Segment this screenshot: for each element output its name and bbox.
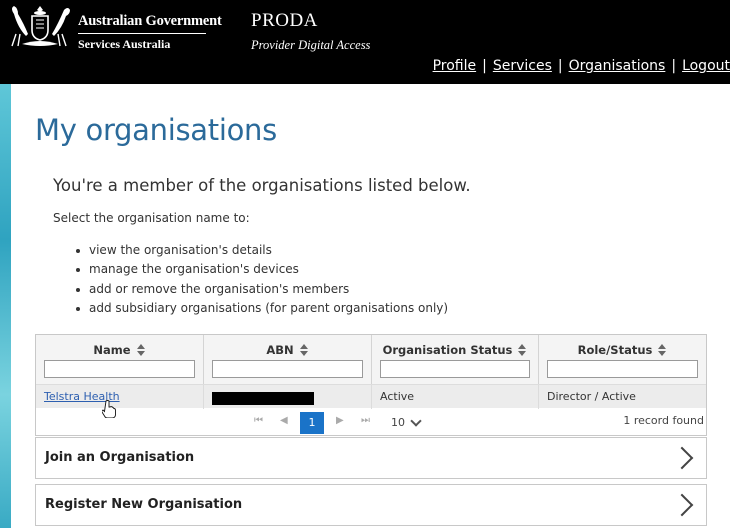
chevron-right-icon	[670, 493, 694, 517]
app-title: PRODA	[251, 10, 318, 31]
current-page-button[interactable]: 1	[300, 412, 324, 434]
column-abn[interactable]: ABN	[204, 335, 372, 384]
cell-abn	[204, 385, 372, 409]
sort-icon[interactable]	[518, 344, 527, 356]
column-header-label: ABN	[266, 343, 294, 357]
column-header-label: Role/Status	[577, 343, 653, 357]
column-role-status[interactable]: Role/Status	[539, 335, 706, 384]
nav-separator: |	[671, 58, 677, 74]
sort-icon[interactable]	[658, 344, 667, 356]
cell-name: Telstra Health	[36, 385, 204, 409]
nav-separator: |	[557, 58, 563, 74]
role-filter-input[interactable]	[547, 360, 698, 378]
column-header-label: Name	[93, 343, 131, 357]
list-item: manage the organisation's devices	[76, 260, 448, 279]
list-item: add or remove the organisation's members	[76, 280, 448, 299]
top-navigation: Profile | Services | Organisations | Logout	[433, 58, 730, 74]
join-organisation-label: Join an Organisation	[45, 450, 195, 465]
hand-cursor-icon	[102, 400, 116, 418]
app-subtitle: Provider Digital Access	[251, 38, 371, 52]
site-header: Australian Government Services Australia…	[0, 0, 730, 84]
next-page-icon[interactable]: ▶	[336, 415, 344, 426]
status-filter-input[interactable]	[380, 360, 530, 378]
column-header-label: Organisation Status	[382, 343, 513, 357]
cell-status: Active	[372, 385, 539, 409]
chevron-down-icon	[410, 415, 422, 427]
sort-icon[interactable]	[299, 344, 309, 356]
government-wordmark: Australian Government Services Australia	[78, 13, 222, 52]
redacted-abn	[212, 392, 314, 405]
last-page-icon[interactable]: ⏭	[361, 415, 370, 426]
join-organisation-button[interactable]: Join an Organisation	[35, 437, 707, 479]
decorative-side-strip	[0, 84, 11, 528]
first-page-icon[interactable]: ⏮	[254, 415, 263, 426]
organisations-table: Name ABN Organisation Status Role/Status…	[35, 334, 707, 436]
table-header: Name ABN Organisation Status Role/Status	[36, 335, 706, 384]
page-size-select[interactable]: 10	[388, 414, 422, 432]
nav-profile-link[interactable]: Profile	[433, 58, 477, 74]
nav-organisations-link[interactable]: Organisations	[569, 58, 666, 74]
instruction-text: Select the organisation name to:	[53, 211, 250, 225]
page-title: My organisations	[35, 113, 277, 147]
coat-of-arms-icon	[11, 6, 70, 47]
capabilities-list: view the organisation's details manage t…	[76, 241, 448, 318]
column-name[interactable]: Name	[36, 335, 204, 384]
intro-text: You're a member of the organisations lis…	[53, 176, 471, 195]
column-organisation-status[interactable]: Organisation Status	[372, 335, 539, 384]
nav-logout-link[interactable]: Logout	[682, 58, 730, 74]
abn-filter-input[interactable]	[212, 360, 363, 378]
table-row: Telstra Health Active Director / Active	[36, 384, 706, 409]
sort-icon[interactable]	[136, 344, 146, 356]
page-size-value: 10	[391, 416, 405, 429]
gov-line2: Services Australia	[78, 37, 171, 51]
cell-role: Director / Active	[547, 390, 636, 403]
register-organisation-button[interactable]: Register New Organisation	[35, 484, 707, 526]
chevron-right-icon	[670, 446, 694, 470]
name-filter-input[interactable]	[44, 360, 195, 378]
list-item: view the organisation's details	[76, 241, 448, 260]
register-organisation-label: Register New Organisation	[45, 497, 243, 512]
nav-services-link[interactable]: Services	[493, 58, 552, 74]
gov-line1: Australian Government	[78, 13, 222, 34]
prev-page-icon[interactable]: ◀	[280, 415, 288, 426]
record-count: 1 record found	[623, 414, 704, 427]
list-item: add subsidiary organisations (for parent…	[76, 299, 448, 318]
nav-separator: |	[482, 58, 487, 74]
table-pager: ⏮ ◀ 1 ▶ ⏭ 10 1 record found	[36, 409, 706, 435]
